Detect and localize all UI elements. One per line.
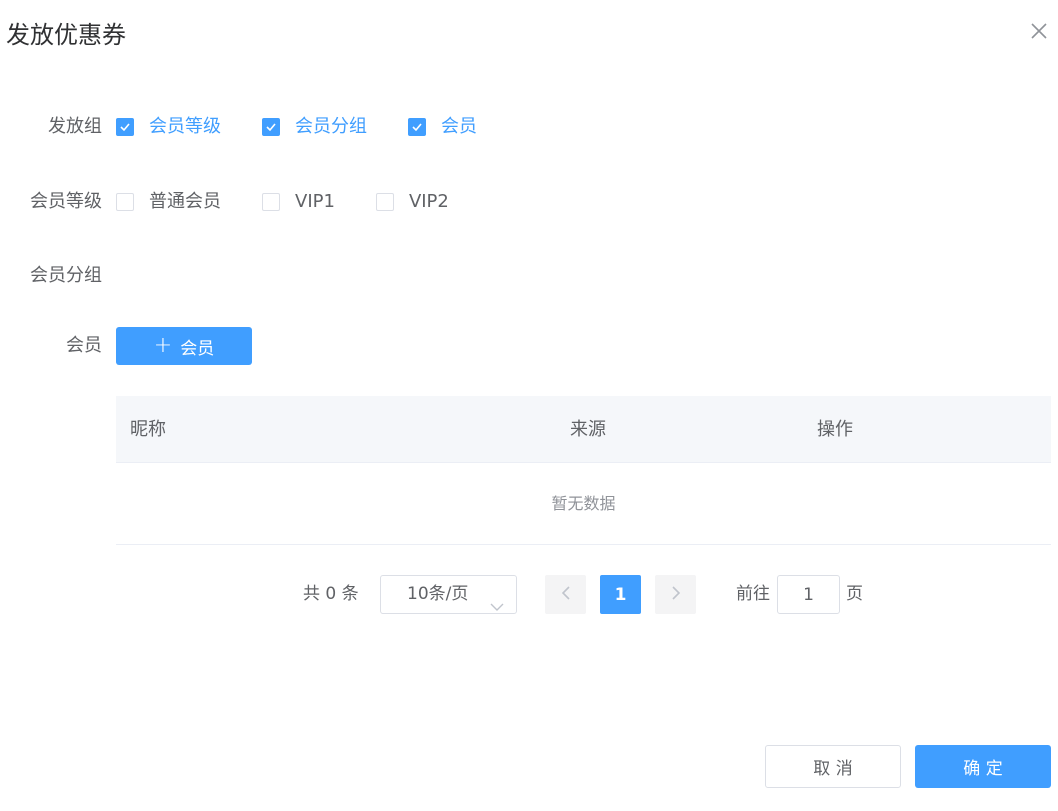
level-option-normal[interactable]: 普通会员 <box>116 189 221 215</box>
level-checkbox-group: 普通会员 VIP1 VIP2 <box>116 189 449 215</box>
chevron-right-icon <box>671 585 681 604</box>
group-option-label: 会员分组 <box>295 116 367 137</box>
prev-page-button[interactable] <box>545 575 586 614</box>
group-option-member-group[interactable]: 会员分组 <box>262 114 367 140</box>
checkbox-icon[interactable] <box>116 193 134 211</box>
goto-suffix: 页 <box>846 584 863 604</box>
page-size-select[interactable]: 10条/页 <box>380 575 517 614</box>
add-member-button[interactable]: + 会员 <box>116 327 252 365</box>
checkbox-icon[interactable] <box>262 193 280 211</box>
member-table: 昵称 来源 操作 暂无数据 <box>116 396 1051 545</box>
group-option-label: 会员等级 <box>149 116 221 137</box>
confirm-button[interactable]: 确 定 <box>915 745 1051 788</box>
goto-prefix: 前往 <box>736 584 770 604</box>
level-option-vip1[interactable]: VIP1 <box>262 189 335 215</box>
checkbox-checked-icon[interactable] <box>116 118 134 136</box>
level-label: 会员等级 <box>30 191 102 212</box>
plus-icon: + <box>153 333 173 358</box>
page-number-current[interactable]: 1 <box>600 575 641 614</box>
page-size-value: 10条/页 <box>407 584 469 604</box>
member-group-label: 会员分组 <box>30 265 102 286</box>
group-label: 发放组 <box>48 116 102 137</box>
group-option-member[interactable]: 会员 <box>408 114 477 140</box>
group-checkbox-group: 会员等级 会员分组 会员 <box>116 114 477 140</box>
table-empty-text: 暂无数据 <box>116 463 1051 545</box>
checkbox-checked-icon[interactable] <box>408 118 426 136</box>
pagination: 共 0 条 10条/页 1 前往 页 <box>0 575 1058 614</box>
chevron-left-icon <box>561 585 571 604</box>
next-page-button[interactable] <box>655 575 696 614</box>
group-option-label: 会员 <box>441 116 477 137</box>
group-option-level[interactable]: 会员等级 <box>116 114 221 140</box>
level-option-label: VIP2 <box>408 191 449 212</box>
goto-page-input[interactable] <box>777 575 840 614</box>
member-label: 会员 <box>66 335 102 356</box>
level-option-label: VIP1 <box>295 191 335 212</box>
cancel-button[interactable]: 取 消 <box>765 745 901 788</box>
checkbox-icon[interactable] <box>375 193 394 211</box>
column-nickname: 昵称 <box>130 419 166 440</box>
column-actions: 操作 <box>817 419 853 440</box>
level-option-label: 普通会员 <box>149 191 221 212</box>
add-member-button-label: 会员 <box>180 338 215 359</box>
close-icon[interactable] <box>1028 20 1050 42</box>
dialog-title: 发放优惠券 <box>6 21 126 49</box>
level-option-vip2[interactable]: VIP2 <box>375 189 449 215</box>
table-header: 昵称 来源 操作 <box>116 396 1051 463</box>
chevron-down-icon <box>490 589 504 626</box>
checkbox-checked-icon[interactable] <box>262 118 280 136</box>
column-source: 来源 <box>570 419 606 440</box>
pagination-total: 共 0 条 <box>303 584 359 604</box>
